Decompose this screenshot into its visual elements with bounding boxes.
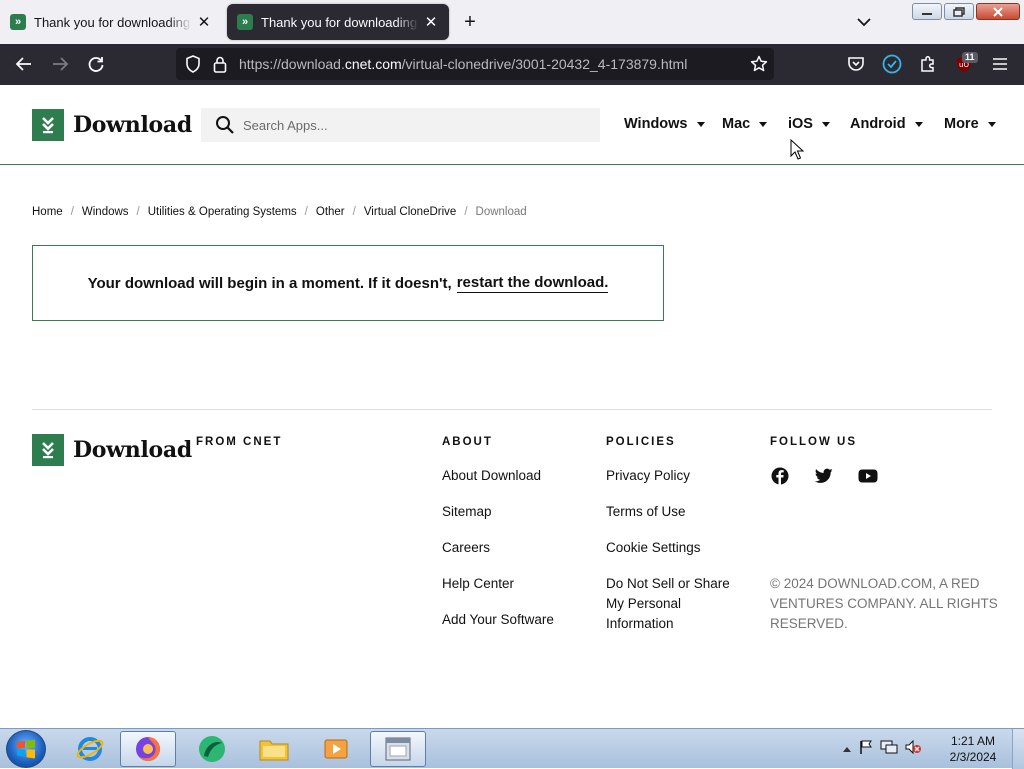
twitter-icon[interactable]: [814, 466, 834, 486]
back-arrow-icon[interactable]: [12, 52, 36, 76]
footer-careers-link[interactable]: Careers: [442, 538, 490, 558]
footer-help-center-link[interactable]: Help Center: [442, 574, 514, 594]
caret-down-icon: [696, 121, 705, 127]
breadcrumb-virtual-clonedrive[interactable]: Virtual CloneDrive: [364, 206, 456, 218]
restart-download-link[interactable]: restart the download.: [456, 274, 609, 293]
logo-text: Download: [73, 112, 192, 138]
show-hidden-icons-arrow-icon[interactable]: [842, 740, 852, 758]
footer-do-not-sell-link[interactable]: Do Not Sell or Share My Personal Informa…: [606, 574, 746, 634]
breadcrumb-windows[interactable]: Windows: [82, 206, 129, 218]
close-window-icon[interactable]: [976, 3, 1020, 20]
window-controls: [912, 3, 1020, 20]
clock-date: 2/3/2024: [949, 750, 997, 764]
footer-from-cnet-heading: FROM CNET: [196, 436, 283, 448]
youtube-icon[interactable]: [858, 466, 878, 486]
facebook-icon[interactable]: [770, 466, 790, 486]
download-chevron-logo-icon: [32, 434, 64, 466]
url-text: https://download.cnet.com/virtual-cloned…: [239, 56, 688, 72]
internet-explorer-icon[interactable]: [62, 731, 118, 767]
footer-divider: [32, 409, 992, 410]
show-desktop-button[interactable]: [1012, 729, 1024, 769]
nav-windows[interactable]: Windows: [624, 116, 705, 132]
system-tray: [842, 731, 922, 767]
new-tab-plus-icon[interactable]: +: [458, 10, 482, 34]
tab-close-icon[interactable]: ✕: [196, 14, 212, 31]
nav-ios[interactable]: iOS: [788, 116, 830, 132]
download-message-box: Your download will begin in a moment. If…: [32, 245, 664, 321]
tab-title: Thank you for downloading Wi: [34, 14, 192, 30]
firefox-icon[interactable]: [120, 731, 176, 767]
media-player-icon[interactable]: [308, 731, 364, 767]
caret-down-icon: [821, 121, 830, 127]
breadcrumb-home[interactable]: Home: [32, 206, 63, 218]
clock-time: 1:21 AM: [950, 734, 996, 748]
footer-follow-us-heading: FOLLOW US: [770, 436, 857, 448]
windows-taskbar: 1:21 AM 2/3/2024: [0, 728, 1024, 769]
list-all-tabs-chevron-icon[interactable]: [852, 12, 876, 32]
tab-bar: » Thank you for downloading Wi ✕ » Thank…: [0, 0, 1024, 44]
shield-icon[interactable]: [183, 54, 203, 74]
footer-logo-text: Download: [73, 437, 192, 463]
network-icon[interactable]: [880, 739, 898, 760]
footer-policies-heading: POLICIES: [606, 436, 676, 448]
search-box[interactable]: [201, 108, 600, 142]
tab-close-icon[interactable]: ✕: [423, 14, 439, 31]
mouse-cursor-icon: [790, 138, 805, 166]
download-favicon-icon: »: [10, 14, 26, 30]
reload-icon[interactable]: [84, 52, 108, 76]
restore-icon[interactable]: [944, 3, 974, 20]
action-center-flag-icon[interactable]: [858, 739, 874, 760]
volume-muted-icon[interactable]: [904, 739, 922, 760]
bookmark-star-icon[interactable]: [749, 54, 769, 74]
tab-title: Thank you for downloading Vir: [261, 14, 419, 30]
footer-privacy-policy-link[interactable]: Privacy Policy: [606, 466, 690, 486]
footer-download-logo[interactable]: Download: [32, 434, 192, 466]
site-header: Download Windows Mac iOS Android More: [0, 85, 1024, 165]
download-message: Your download will begin in a moment. If…: [87, 274, 452, 292]
footer-about-download-link[interactable]: About Download: [442, 466, 541, 486]
caret-down-icon: [759, 121, 768, 127]
search-icon: [216, 116, 234, 134]
menu-hamburger-icon[interactable]: [988, 52, 1012, 76]
footer-add-software-link[interactable]: Add Your Software: [442, 610, 554, 630]
navigation-toolbar: https://download.cnet.com/virtual-cloned…: [0, 44, 1024, 85]
minimize-icon[interactable]: [912, 3, 942, 20]
download-logo[interactable]: Download: [32, 109, 192, 141]
breadcrumb: Home / Windows / Utilities & Operating Sys…: [32, 206, 527, 218]
tab-inactive[interactable]: » Thank you for downloading Wi ✕: [0, 4, 222, 40]
nav-android[interactable]: Android: [850, 116, 923, 132]
footer-about-heading: ABOUT: [442, 436, 493, 448]
download-favicon-icon: »: [237, 14, 253, 30]
system-clock[interactable]: 1:21 AM 2/3/2024: [944, 733, 1002, 765]
app-icon[interactable]: [184, 731, 240, 767]
start-windows-icon[interactable]: [6, 730, 46, 768]
caret-down-icon: [987, 121, 996, 127]
footer-terms-link[interactable]: Terms of Use: [606, 502, 686, 522]
tab-active[interactable]: » Thank you for downloading Vir ✕: [227, 4, 449, 40]
download-chevron-logo-icon: [32, 109, 64, 141]
breadcrumb-other[interactable]: Other: [316, 206, 345, 218]
breadcrumb-utilities[interactable]: Utilities & Operating Systems: [148, 206, 297, 218]
search-input[interactable]: [243, 117, 583, 133]
lock-icon[interactable]: [210, 54, 230, 74]
footer-sitemap-link[interactable]: Sitemap: [442, 502, 492, 522]
forward-arrow-icon[interactable]: [48, 52, 72, 76]
file-explorer-icon[interactable]: [246, 731, 302, 767]
copyright-text: © 2024 DOWNLOAD.COM, A RED VENTURES COMP…: [770, 576, 998, 631]
checkmark-extension-icon[interactable]: [880, 52, 904, 76]
caret-down-icon: [914, 121, 923, 127]
footer-cookie-settings-link[interactable]: Cookie Settings: [606, 538, 701, 558]
window-icon[interactable]: [370, 731, 426, 767]
breadcrumb-current: Download: [475, 206, 527, 218]
nav-more[interactable]: More: [944, 116, 996, 132]
pocket-icon[interactable]: [844, 52, 868, 76]
nav-mac[interactable]: Mac: [722, 116, 768, 132]
url-bar[interactable]: https://download.cnet.com/virtual-cloned…: [176, 48, 774, 80]
extensions-puzzle-icon[interactable]: [916, 52, 940, 76]
extension-badge-count: 11: [962, 52, 978, 63]
